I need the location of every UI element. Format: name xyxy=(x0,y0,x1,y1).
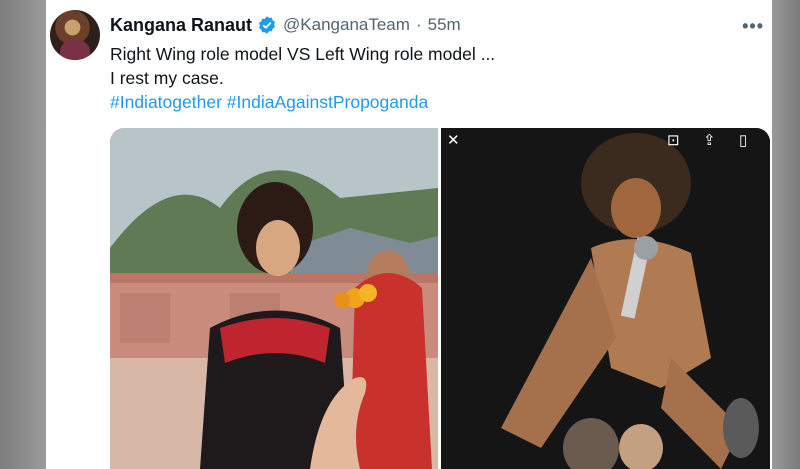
right-photo-art xyxy=(441,128,770,469)
tweet-text: Right Wing role model VS Left Wing role … xyxy=(110,42,750,114)
avatar[interactable] xyxy=(50,10,100,60)
right-backdrop xyxy=(772,0,800,469)
tweet-header: Kangana Ranaut @KanganaTeam · 55m xyxy=(110,14,461,36)
left-photo-art xyxy=(110,128,438,469)
scan-icon[interactable]: ⊡ xyxy=(667,132,680,150)
tweet-media[interactable]: ✕ ⊡ ⇪ ▯ xyxy=(110,128,770,469)
author-handle[interactable]: @KanganaTeam xyxy=(283,15,410,35)
more-icon[interactable]: ••• xyxy=(742,16,764,37)
hashtag-row: #Indiatogether #IndiaAgainstPropoganda xyxy=(110,90,750,114)
tweet-card[interactable]: Kangana Ranaut @KanganaTeam · 55m ••• Ri… xyxy=(46,0,772,469)
share-icon[interactable]: ⇪ xyxy=(703,132,716,150)
hashtag-link[interactable]: #IndiaAgainstPropoganda xyxy=(227,92,428,112)
hashtag-link[interactable]: #Indiatogether xyxy=(110,92,222,112)
header-separator: · xyxy=(415,15,422,34)
close-icon[interactable]: ✕ xyxy=(447,132,460,150)
tweet-line: I rest my case. xyxy=(110,68,224,88)
tweet-line: Right Wing role model VS Left Wing role … xyxy=(110,44,496,64)
bookmark-icon[interactable]: ▯ xyxy=(739,132,747,150)
verified-badge-icon xyxy=(259,16,276,34)
left-photo[interactable] xyxy=(110,128,438,469)
tweet-time[interactable]: 55m xyxy=(428,15,461,35)
right-photo[interactable]: ✕ ⊡ ⇪ ▯ xyxy=(441,128,770,469)
left-backdrop xyxy=(0,0,46,469)
author-name[interactable]: Kangana Ranaut xyxy=(110,15,252,36)
